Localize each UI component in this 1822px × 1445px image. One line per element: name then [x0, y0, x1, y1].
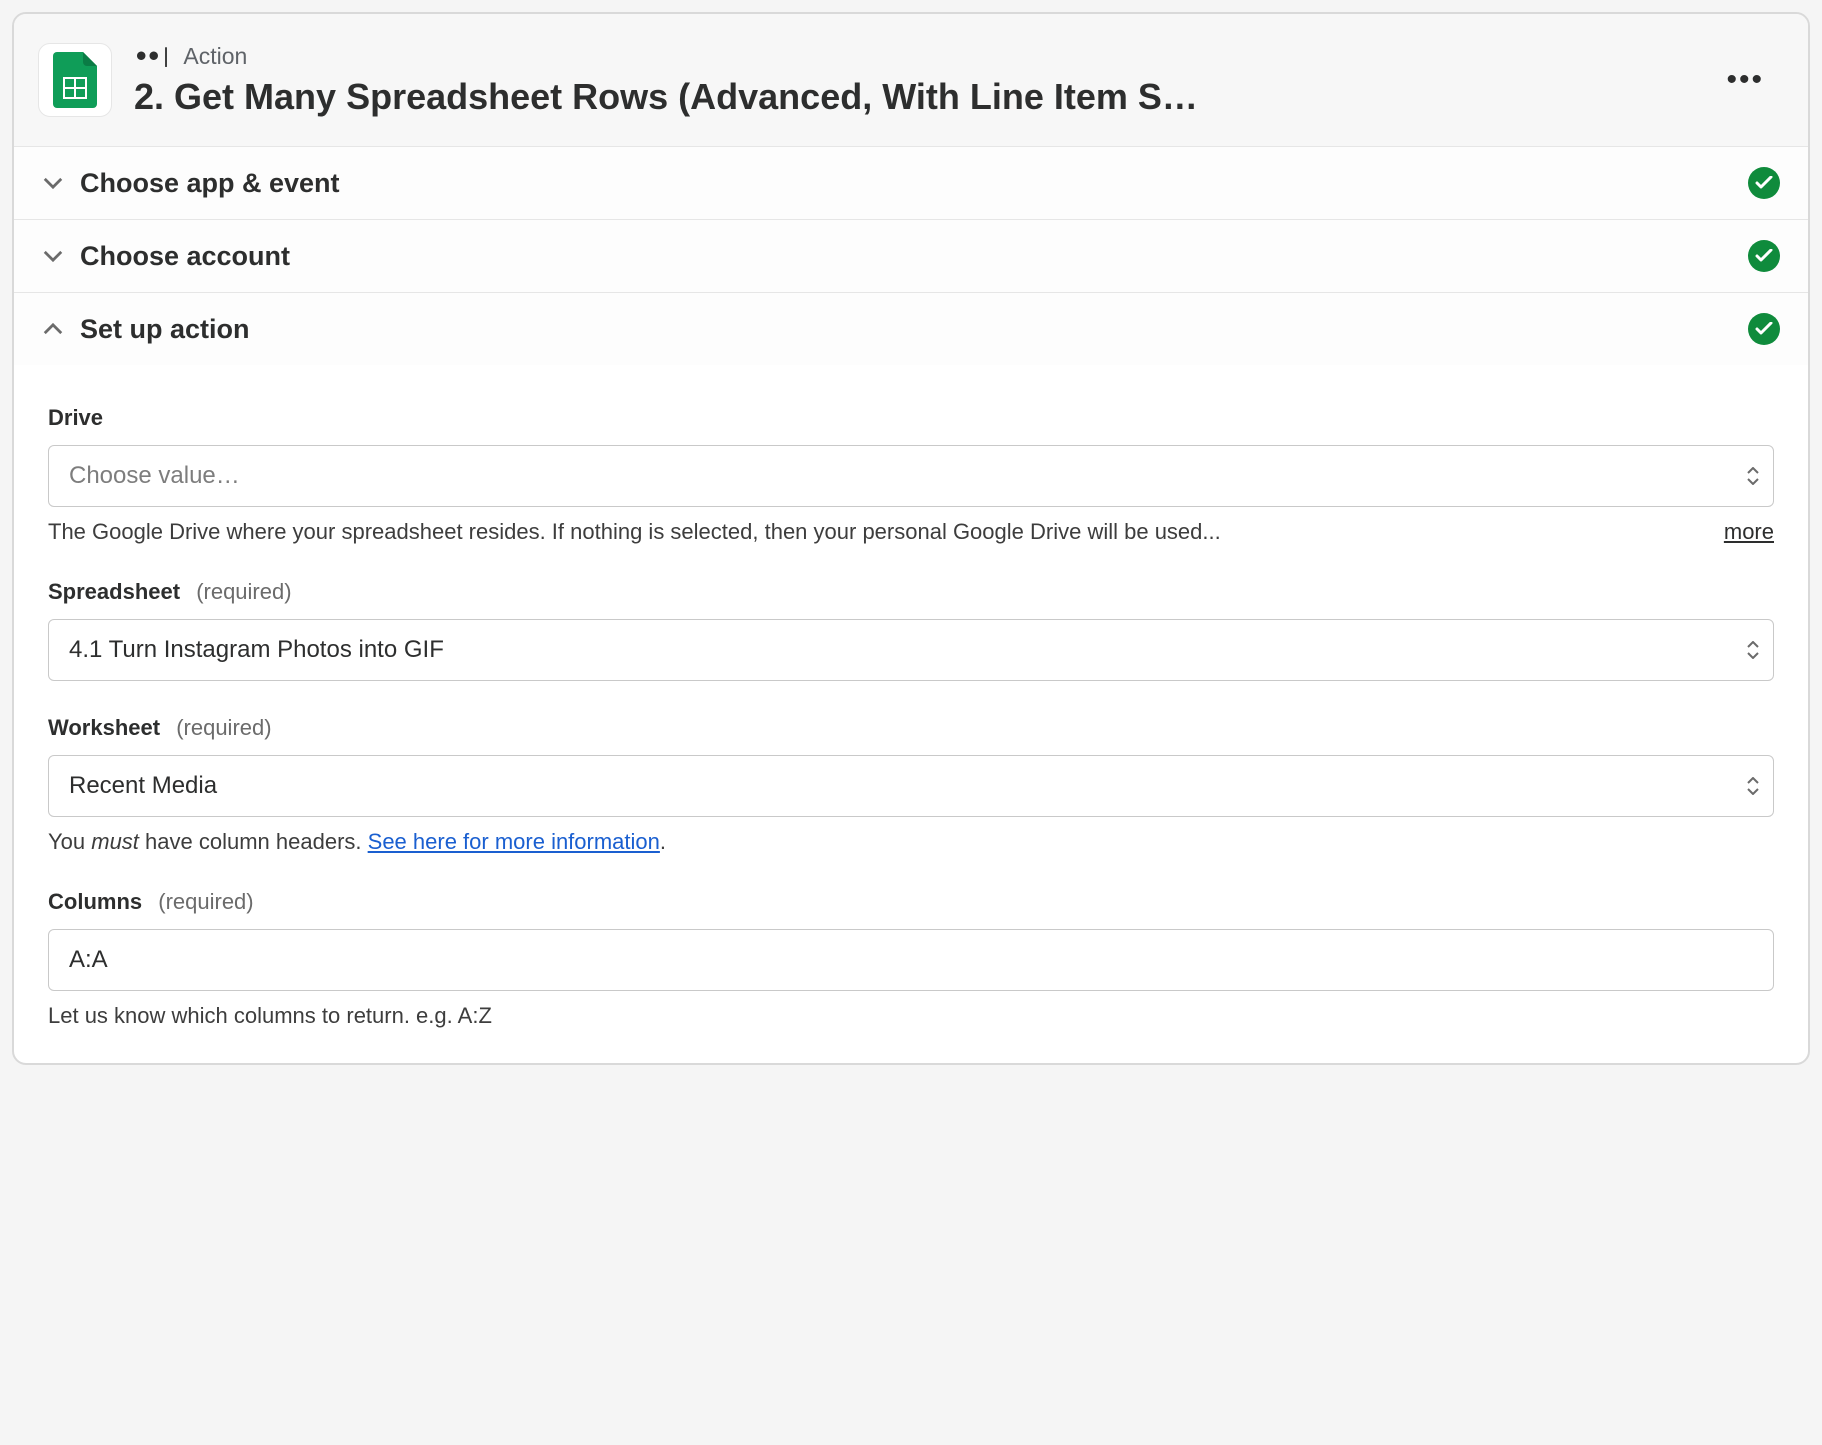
field-columns: Columns (required) Let us know which col…: [48, 889, 1774, 1029]
columns-input[interactable]: [48, 929, 1774, 991]
field-spreadsheet: Spreadsheet (required) 4.1 Turn Instagra…: [48, 579, 1774, 681]
worksheet-help-link[interactable]: See here for more information: [368, 829, 660, 854]
setup-action-form: Drive Choose value… The Google Drive whe…: [14, 365, 1808, 1063]
field-drive: Drive Choose value… The Google Drive whe…: [48, 405, 1774, 545]
worksheet-select[interactable]: Recent Media: [48, 755, 1774, 817]
select-stepper-icon: [1746, 467, 1760, 485]
action-glyph-icon: ∙∙❘: [134, 42, 171, 70]
chevron-down-icon: [42, 245, 64, 267]
chevron-up-icon: [42, 318, 64, 340]
section-choose-app-event[interactable]: Choose app & event: [14, 147, 1808, 220]
section-set-up-action[interactable]: Set up action: [14, 293, 1808, 365]
sheets-icon: [53, 52, 97, 108]
status-complete-icon: [1748, 313, 1780, 345]
spreadsheet-label: Spreadsheet (required): [48, 579, 1774, 605]
step-title: 2. Get Many Spreadsheet Rows (Advanced, …: [134, 76, 1694, 118]
worksheet-help-text: You must have column headers. See here f…: [48, 829, 1774, 855]
section-choose-account[interactable]: Choose account: [14, 220, 1808, 293]
drive-select-placeholder: Choose value…: [69, 462, 240, 489]
select-stepper-icon: [1746, 777, 1760, 795]
drive-label: Drive: [48, 405, 1774, 431]
spreadsheet-select-value: 4.1 Turn Instagram Photos into GIF: [69, 636, 444, 663]
columns-help-text: Let us know which columns to return. e.g…: [48, 1003, 1774, 1029]
step-kicker: ∙∙❘ Action: [134, 42, 1694, 70]
section-label: Set up action: [80, 314, 1732, 345]
header-titles: ∙∙❘ Action 2. Get Many Spreadsheet Rows …: [134, 42, 1694, 118]
drive-help-text: The Google Drive where your spreadsheet …: [48, 519, 1710, 545]
drive-help-more-link[interactable]: more: [1724, 519, 1774, 545]
kicker-label: Action: [183, 43, 247, 70]
section-label: Choose app & event: [80, 168, 1732, 199]
status-complete-icon: [1748, 240, 1780, 272]
more-menu-button[interactable]: •••: [1716, 55, 1774, 105]
required-hint: (required): [176, 715, 271, 740]
app-icon-google-sheets: [38, 43, 112, 117]
worksheet-label: Worksheet (required): [48, 715, 1774, 741]
chevron-down-icon: [42, 172, 64, 194]
worksheet-select-value: Recent Media: [69, 772, 217, 799]
status-complete-icon: [1748, 167, 1780, 199]
columns-label: Columns (required): [48, 889, 1774, 915]
required-hint: (required): [158, 889, 253, 914]
field-worksheet: Worksheet (required) Recent Media You mu…: [48, 715, 1774, 855]
spreadsheet-select[interactable]: 4.1 Turn Instagram Photos into GIF: [48, 619, 1774, 681]
section-label: Choose account: [80, 241, 1732, 272]
drive-select[interactable]: Choose value…: [48, 445, 1774, 507]
panel-header: ∙∙❘ Action 2. Get Many Spreadsheet Rows …: [14, 14, 1808, 147]
select-stepper-icon: [1746, 641, 1760, 659]
required-hint: (required): [196, 579, 291, 604]
action-panel: ∙∙❘ Action 2. Get Many Spreadsheet Rows …: [12, 12, 1810, 1065]
